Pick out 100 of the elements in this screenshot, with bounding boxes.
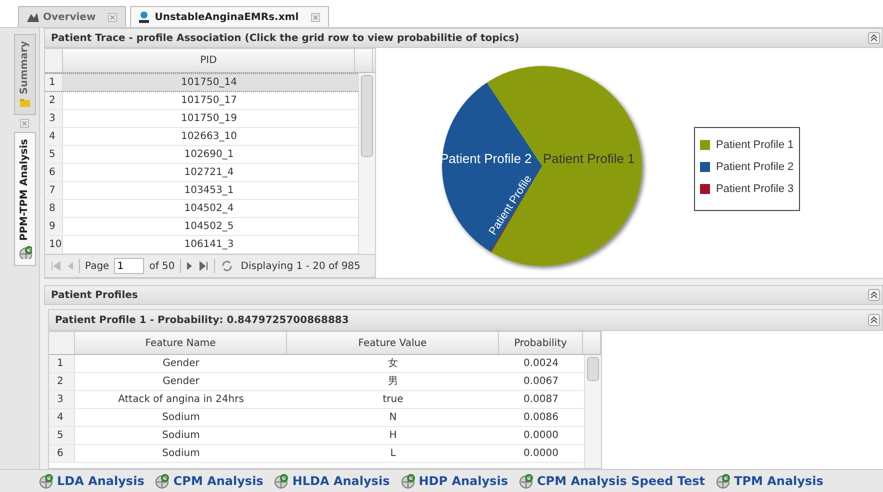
table-cell-text: 女 xyxy=(387,357,399,371)
row-number: 3 xyxy=(49,391,75,408)
table-cell-text: 0.0087 xyxy=(522,393,560,407)
person-icon xyxy=(136,10,151,24)
tab[interactable]: UnstableAnginaEMRs.xml xyxy=(130,6,329,27)
analysis-tab[interactable]: TPM Analysis xyxy=(715,473,824,489)
table-cell-text: 106141_3 xyxy=(183,238,235,252)
side-tab[interactable]: PPM-TPM Analysis xyxy=(14,132,36,266)
slice-label: Patient Profile 1 xyxy=(543,151,635,166)
table-cell-text: 104502_5 xyxy=(183,220,235,234)
page-field[interactable]: 1 xyxy=(114,258,144,274)
analysis-tab[interactable]: CPM Analysis xyxy=(154,473,264,489)
side-tab[interactable]: Summary xyxy=(14,34,36,116)
table-cell-text: 101750_19 xyxy=(180,112,238,126)
scrollbar[interactable] xyxy=(358,73,375,254)
row-number: 9 xyxy=(45,218,63,235)
globe-icon xyxy=(273,473,290,489)
row-number: 1 xyxy=(45,74,63,91)
row-number: 8 xyxy=(45,200,63,217)
row-number: 4 xyxy=(45,128,63,145)
page-count: of 50 xyxy=(149,260,175,272)
grid-row[interactable]: 8 104502_4 xyxy=(45,200,358,218)
table-cell-text: Sodium xyxy=(161,411,201,425)
page-label: Page xyxy=(85,260,110,272)
first-page-icon xyxy=(51,261,61,271)
grid-row[interactable]: 7 103453_1 xyxy=(45,182,358,200)
scroll-thumb[interactable] xyxy=(587,357,599,381)
legend-label: Patient Profile 1 xyxy=(716,139,794,151)
table-cell-text: 102690_1 xyxy=(183,148,235,162)
table-cell-text: 102721_4 xyxy=(183,166,235,180)
globe-icon xyxy=(154,473,170,489)
grid-row[interactable]: 4 102663_10 xyxy=(45,128,358,146)
display-info: Displaying 1 - 20 of 985 xyxy=(240,260,360,272)
table-cell-text: 101750_17 xyxy=(180,94,238,108)
close-icon xyxy=(108,12,117,22)
close-icon xyxy=(310,12,320,22)
table-cell-text: 0.0086 xyxy=(522,411,560,425)
analysis-tab[interactable]: HLDA Analysis xyxy=(273,473,390,489)
grid-row[interactable]: 1 101750_14 xyxy=(45,73,358,92)
row-number: 1 xyxy=(49,355,75,372)
table-cell-text: 0.0067 xyxy=(522,375,560,389)
table-cell-text: 103453_1 xyxy=(183,184,235,198)
row-number: 2 xyxy=(49,373,75,390)
legend-label: Patient Profile 3 xyxy=(716,183,794,195)
row-number: 4 xyxy=(49,409,75,426)
next-page-icon xyxy=(186,261,194,271)
globe-icon xyxy=(38,473,54,489)
collapse-icon xyxy=(868,289,880,301)
column-header[interactable]: Feature Value xyxy=(287,332,499,354)
folder-icon xyxy=(18,98,30,108)
row-number: 5 xyxy=(45,146,63,163)
scroll-thumb[interactable] xyxy=(361,75,373,157)
globe-icon xyxy=(400,473,416,489)
grid-row[interactable]: 5 102690_1 xyxy=(45,146,358,164)
scrollbar[interactable] xyxy=(584,355,601,468)
row-number: 6 xyxy=(49,445,75,462)
tab[interactable]: Overview xyxy=(18,6,126,27)
table-cell-text: 男 xyxy=(387,375,399,389)
grid-row[interactable]: 2 101750_17 xyxy=(45,92,358,110)
table-cell-text: 101750_14 xyxy=(180,76,238,90)
table-cell-text: 104502_4 xyxy=(183,202,235,216)
table-cell-text: Gender xyxy=(162,375,200,389)
table-cell-text: Sodium xyxy=(161,447,201,461)
table-cell-text: 102663_10 xyxy=(180,130,238,144)
legend-label: Patient Profile 2 xyxy=(716,161,794,173)
refresh-icon xyxy=(220,259,234,273)
row-number: 2 xyxy=(45,92,63,109)
table-cell-text: N xyxy=(388,411,398,425)
collapse-icon xyxy=(868,32,880,44)
globe-icon xyxy=(715,473,732,489)
column-header[interactable]: Probability xyxy=(499,332,583,354)
grid-row[interactable]: 6 102721_4 xyxy=(45,164,358,182)
table-cell-text: H xyxy=(388,429,398,443)
panel-title: Patient Profiles xyxy=(51,290,138,300)
table-cell-text: true xyxy=(382,393,404,407)
table-cell-text: 0.0000 xyxy=(522,429,560,443)
row-number: 6 xyxy=(45,164,63,181)
row-number: 5 xyxy=(49,427,75,444)
row-number: 10 xyxy=(45,236,63,253)
analysis-tab[interactable]: HDP Analysis xyxy=(400,473,508,489)
collapse-icon xyxy=(868,314,880,326)
grid-row[interactable]: 3 101750_19 xyxy=(45,110,358,128)
previous-page-icon xyxy=(66,261,74,271)
table-cell-text: L xyxy=(389,447,397,461)
table-cell-text: Sodium xyxy=(161,429,201,443)
table-cell-text: 0.0000 xyxy=(522,447,560,461)
column-header[interactable]: Feature Name xyxy=(75,332,287,354)
globe-icon xyxy=(18,245,32,260)
row-number: 3 xyxy=(45,110,63,127)
row-number: 7 xyxy=(45,182,63,199)
analysis-tab[interactable]: LDA Analysis xyxy=(38,473,144,489)
close-icon xyxy=(20,119,29,128)
grid-row[interactable]: 9 104502_5 xyxy=(45,218,358,236)
analysis-tab[interactable]: CPM Analysis Speed Test xyxy=(518,473,706,489)
table-cell-text: 0.0024 xyxy=(522,357,560,371)
last-page-icon xyxy=(198,261,209,271)
globe-icon xyxy=(518,473,534,489)
panel-title: Patient Profile 1 - Probability: 0.8479725700868883 xyxy=(55,314,349,326)
panel-title: Patient Trace - profile Association (Click the grid row to view probabilitie of topics) xyxy=(51,32,520,44)
table-cell-text: Attack of angina in 24hrs xyxy=(117,393,245,407)
